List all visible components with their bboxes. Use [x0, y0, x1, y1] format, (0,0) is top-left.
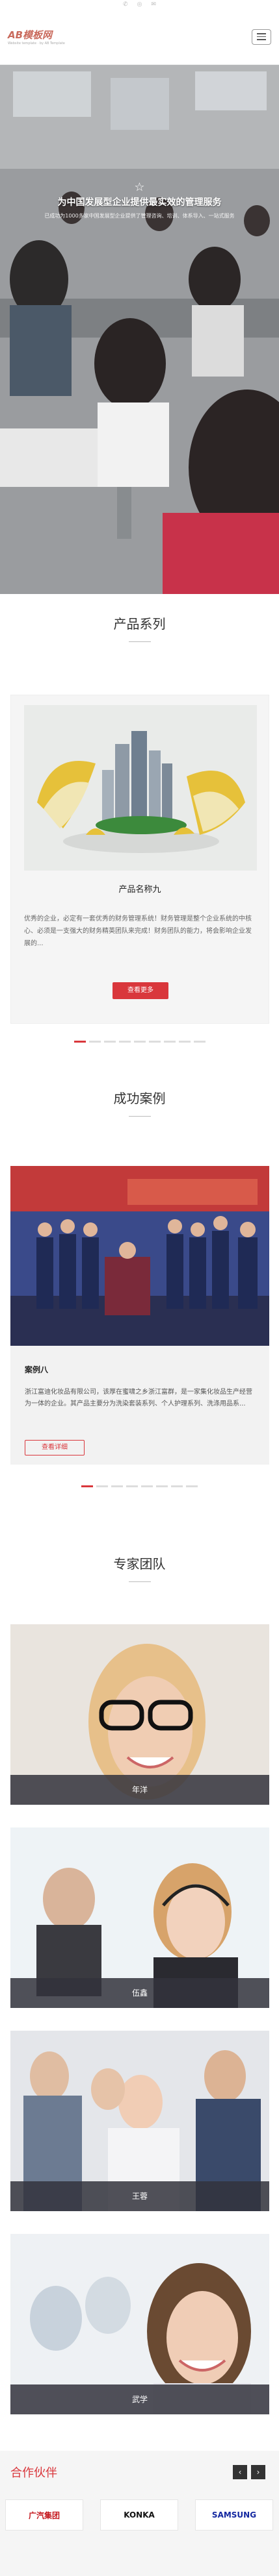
product-card[interactable]: 产品名称九 优秀的企业，必定有一套优秀的财务管理系统！财务管理是整个企业系统的中…	[10, 695, 269, 1024]
team-member-card[interactable]: 伍鑫	[10, 1827, 269, 2008]
hero-title: 为中国发展型企业提供最实效的管理服务	[57, 197, 222, 208]
view-detail-button[interactable]: 查看详细	[25, 1440, 85, 1455]
products-pager	[0, 1041, 279, 1043]
case-description: 浙江富迪化妆品有限公司，该厚在蜜啸之乡浙江富群，是一家集化妆品生产经营为一体的企…	[25, 1389, 252, 1407]
section-divider	[128, 1116, 151, 1117]
case-card[interactable]: 案例八 浙江富迪化妆品有限公司，该厚在蜜啸之乡浙江富群，是一家集化妆品生产经营为…	[10, 1166, 269, 1465]
section-title: 专家团队	[113, 1556, 166, 1572]
cases-pager	[0, 1485, 279, 1487]
logo-subtext: Website template · by AB Template	[8, 42, 65, 45]
chevron-right-icon[interactable]: ›	[251, 2465, 265, 2479]
pager-dot[interactable]	[118, 1041, 131, 1043]
weibo-icon[interactable]: ◎	[137, 1, 142, 8]
pager-dot[interactable]	[88, 1041, 101, 1043]
site-logo[interactable]: AB模板网 Website template · by AB Template	[8, 28, 65, 45]
pager-dot[interactable]	[126, 1485, 138, 1487]
pager-dot[interactable]	[103, 1041, 116, 1043]
hero-subtitle: 已成功为1000多家中国发展型企业提供了管理咨询、培训、体系导入、一站式服务	[44, 213, 235, 219]
member-name: 武学	[10, 2384, 269, 2414]
site-header: AB模板网 Website template · by AB Template	[0, 9, 279, 65]
pager-dot[interactable]	[193, 1041, 206, 1043]
partner-logo-text: SAMSUNG	[211, 2510, 257, 2520]
section-title: 成功案例	[113, 1091, 166, 1106]
partner-logo[interactable]: SAMSUNG	[195, 2499, 273, 2531]
hero-banner: ☆ 为中国发展型企业提供最实效的管理服务 已成功为1000多家中国发展型企业提供…	[0, 65, 279, 594]
case-name: 案例八	[25, 1365, 49, 1374]
pager-dot[interactable]	[178, 1041, 191, 1043]
product-name: 产品名称九	[118, 885, 161, 895]
member-name: 伍鑫	[10, 1978, 269, 2008]
products-heading: 产品系列	[0, 613, 279, 642]
section-title: 合作伙伴	[10, 2466, 57, 2480]
pager-dot[interactable]	[163, 1041, 176, 1043]
pager-dot[interactable]	[171, 1485, 183, 1487]
section-divider	[128, 1581, 151, 1582]
pager-dot[interactable]	[186, 1485, 198, 1487]
member-name: 王蓉	[10, 2181, 269, 2211]
hamburger-icon[interactable]	[252, 29, 271, 45]
partners-section: 合作伙伴 ‹ › 广汽集团 KONKA SAMSUNG	[0, 2451, 279, 2576]
pager-dot[interactable]	[96, 1485, 108, 1487]
product-image[interactable]	[24, 705, 257, 871]
pager-dot[interactable]	[81, 1485, 93, 1487]
star-icon: ☆	[134, 180, 145, 194]
cases-heading: 成功案例	[0, 1088, 279, 1117]
top-utility-bar: ✆ ◎ ✉	[0, 0, 279, 9]
pager-dot[interactable]	[148, 1041, 161, 1043]
member-name: 年洋	[10, 1775, 269, 1805]
partner-logo-text: KONKA	[124, 2510, 155, 2520]
pager-dot[interactable]	[156, 1485, 168, 1487]
hero-classroom-photo	[0, 65, 279, 594]
pager-dot[interactable]	[73, 1041, 86, 1043]
partner-logo[interactable]: 广汽集团	[5, 2499, 83, 2531]
pager-dot[interactable]	[141, 1485, 153, 1487]
section-title: 产品系列	[113, 616, 166, 632]
section-divider	[128, 641, 151, 642]
case-image[interactable]	[10, 1166, 269, 1346]
team-member-card[interactable]: 年洋	[10, 1624, 269, 1805]
hero-caption: ☆ 为中国发展型企业提供最实效的管理服务 已成功为1000多家中国发展型企业提供…	[0, 180, 279, 219]
pager-dot[interactable]	[133, 1041, 146, 1043]
team-member-card[interactable]: 王蓉	[10, 2031, 269, 2211]
product-description: 优秀的企业，必定有一套优秀的财务管理系统！财务管理是整个企业系统的中核心、必须是…	[24, 915, 252, 947]
team-heading: 专家团队	[0, 1554, 279, 1582]
logo-text: AB模板网	[8, 29, 53, 41]
partner-logo-text: 广汽集团	[28, 2510, 60, 2520]
wechat-icon[interactable]: ✉	[151, 1, 156, 8]
team-member-card[interactable]: 武学	[10, 2234, 269, 2414]
page: ✆ ◎ ✉ AB模板网 Website template · by AB Tem…	[0, 0, 279, 2576]
pager-dot[interactable]	[111, 1485, 123, 1487]
phone-icon[interactable]: ✆	[123, 1, 128, 8]
view-more-button[interactable]: 查看更多	[113, 982, 168, 999]
partner-logo[interactable]: KONKA	[100, 2499, 178, 2531]
chevron-left-icon[interactable]: ‹	[233, 2465, 247, 2479]
